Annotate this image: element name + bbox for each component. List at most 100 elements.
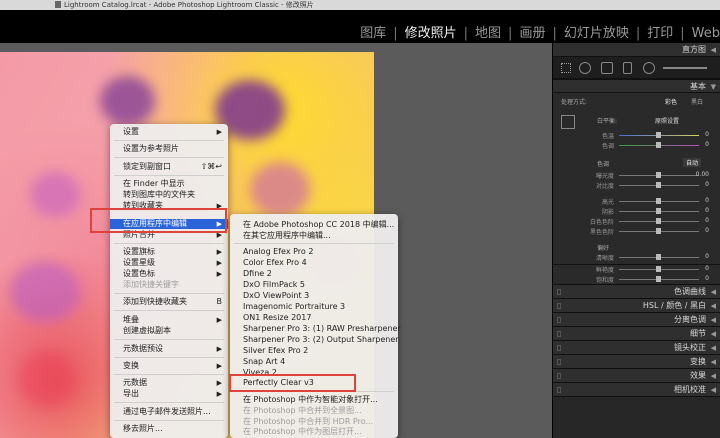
slider-value[interactable]: 0 bbox=[705, 197, 709, 204]
collapse-triangle-icon[interactable]: ◀ bbox=[711, 285, 716, 299]
menu-item-add-quick-collection[interactable]: 添加到快捷收藏夹 B bbox=[110, 297, 228, 307]
menu-item-transform[interactable]: 变换 ▶ bbox=[110, 361, 228, 371]
section-effects[interactable]: 效果 ◀ bbox=[553, 369, 720, 383]
section-calibration[interactable]: 相机校准 ◀ bbox=[553, 383, 720, 397]
menu-item-go-to-folder[interactable]: 转到图库中的文件夹 bbox=[110, 190, 228, 200]
section-detail[interactable]: 细节 ◀ bbox=[553, 327, 720, 341]
graduated-filter-icon[interactable] bbox=[643, 62, 655, 74]
module-tab-slideshow[interactable]: 幻灯片放映 bbox=[564, 22, 629, 41]
collapse-triangle-icon[interactable]: ◀ bbox=[711, 327, 716, 341]
basic-header[interactable]: 基本 ▼ bbox=[553, 79, 720, 93]
slider-row[interactable]: 阴影 0 bbox=[553, 207, 719, 216]
slider-knob[interactable] bbox=[656, 208, 661, 214]
slider-row[interactable]: 高光 0 bbox=[553, 197, 719, 206]
slider-row[interactable]: 鲜艳度 0 bbox=[553, 265, 719, 274]
collapse-triangle-icon[interactable]: ◀ bbox=[711, 383, 716, 397]
section-tone-curve[interactable]: 色调曲线 ◀ bbox=[553, 285, 720, 299]
section-lens-corrections[interactable]: 镜头校正 ◀ bbox=[553, 341, 720, 355]
section-split-toning[interactable]: 分离色调 ◀ bbox=[553, 313, 720, 327]
submenu-item[interactable]: 在 Adobe Photoshop CC 2018 中编辑... bbox=[230, 220, 398, 230]
submenu-item[interactable]: ON1 Resize 2017 bbox=[230, 313, 398, 323]
panel-switch-icon[interactable] bbox=[557, 373, 561, 379]
menu-item-remove-photo[interactable]: 移去照片... bbox=[110, 424, 228, 434]
submenu-item[interactable]: Silver Efex Pro 2 bbox=[230, 346, 398, 356]
wb-dropdown[interactable]: 原照设置 bbox=[655, 116, 679, 125]
menu-item-export[interactable]: 导出 ▶ bbox=[110, 389, 228, 399]
module-tab-book[interactable]: 画册 bbox=[519, 22, 545, 41]
menu-item-metadata-presets[interactable]: 元数据预设 ▶ bbox=[110, 344, 228, 354]
submenu-item[interactable]: Imagenomic Portraiture 3 bbox=[230, 302, 398, 312]
slider-row[interactable]: 黑色色阶 0 bbox=[553, 227, 719, 236]
slider-value[interactable]: 0 bbox=[705, 207, 709, 214]
collapse-triangle-icon[interactable]: ◀ bbox=[711, 299, 716, 313]
slider-value[interactable]: 0 bbox=[705, 227, 709, 234]
slider-value[interactable]: 0 bbox=[705, 265, 709, 272]
panel-switch-icon[interactable] bbox=[557, 289, 561, 295]
slider-row[interactable]: 白色色阶 0 bbox=[553, 217, 719, 226]
menu-item-settings[interactable]: 设置 ▶ bbox=[110, 127, 228, 137]
module-tab-web[interactable]: Web bbox=[692, 26, 720, 41]
slider-row[interactable]: 曝光度 0.00 bbox=[553, 171, 719, 180]
slider-knob[interactable] bbox=[656, 172, 661, 178]
slider-value[interactable]: 0 bbox=[705, 131, 709, 138]
module-tab-develop[interactable]: 修改照片 bbox=[405, 22, 457, 41]
slider-row[interactable]: 对比度 0 bbox=[553, 181, 719, 190]
slider-row[interactable]: 色调 0 bbox=[553, 141, 719, 150]
menu-item-metadata[interactable]: 元数据 ▶ bbox=[110, 378, 228, 388]
submenu-item[interactable]: DxO FilmPack 5 bbox=[230, 280, 398, 290]
histogram-header[interactable]: 直方图 ◀ bbox=[553, 43, 720, 57]
menu-item-email-photo[interactable]: 通过电子邮件发送照片... bbox=[110, 407, 228, 417]
slider-knob[interactable] bbox=[656, 218, 661, 224]
eyedropper-icon[interactable] bbox=[561, 115, 575, 129]
panel-switch-icon[interactable] bbox=[557, 345, 561, 351]
submenu-item[interactable]: Sharpener Pro 3: (2) Output Sharpener bbox=[230, 335, 399, 345]
red-eye-icon[interactable] bbox=[623, 62, 632, 74]
submenu-item[interactable]: Sharpener Pro 3: (1) RAW Presharpener bbox=[230, 324, 401, 334]
slider-knob[interactable] bbox=[656, 142, 661, 148]
treatment-bw[interactable]: 黑白 bbox=[691, 97, 703, 106]
module-tab-print[interactable]: 打印 bbox=[647, 22, 673, 41]
slider-knob[interactable] bbox=[656, 266, 661, 272]
menu-item-lock-secondary[interactable]: 锁定到副窗口 ⇧⌘↩ bbox=[110, 162, 228, 172]
panel-switch-icon[interactable] bbox=[557, 387, 561, 393]
slider-row[interactable]: 饱和度 0 bbox=[553, 275, 719, 284]
collapse-triangle-icon[interactable]: ◀ bbox=[711, 313, 716, 327]
slider-value[interactable]: 0 bbox=[705, 217, 709, 224]
crop-tool-icon[interactable] bbox=[579, 62, 591, 74]
panel-switch-icon[interactable] bbox=[557, 359, 561, 365]
menu-item-show-in-finder[interactable]: 在 Finder 中显示 bbox=[110, 179, 228, 189]
panel-switch-icon[interactable] bbox=[557, 303, 561, 309]
section-transform[interactable]: 变换 ◀ bbox=[553, 355, 720, 369]
slider-knob[interactable] bbox=[656, 198, 661, 204]
submenu-item[interactable]: DxO ViewPoint 3 bbox=[230, 291, 398, 301]
submenu-item[interactable]: Analog Efex Pro 2 bbox=[230, 247, 398, 257]
submenu-item[interactable]: Dfine 2 bbox=[230, 269, 398, 279]
collapse-triangle-icon[interactable]: ◀ bbox=[711, 43, 716, 57]
slider-knob[interactable] bbox=[656, 132, 661, 138]
slider-knob[interactable] bbox=[656, 228, 661, 234]
treatment-color[interactable]: 彩色 bbox=[665, 97, 677, 106]
brush-tool-icon[interactable] bbox=[663, 67, 707, 69]
menu-item-set-rating[interactable]: 设置星级 ▶ bbox=[110, 258, 228, 268]
menu-item-set-reference[interactable]: 设置为参考照片 bbox=[110, 144, 228, 154]
menu-item-stacking[interactable]: 堆叠 ▶ bbox=[110, 315, 228, 325]
submenu-item[interactable]: 在 Photoshop 中作为智能对象打开... bbox=[230, 395, 398, 405]
module-tab-library[interactable]: 图库 bbox=[360, 22, 386, 41]
slider-knob[interactable] bbox=[656, 276, 661, 282]
grid-overlay-icon[interactable] bbox=[561, 63, 571, 73]
submenu-item[interactable]: 在其它应用程序中编辑... bbox=[230, 231, 398, 241]
spot-removal-icon[interactable] bbox=[601, 62, 613, 74]
slider-value[interactable]: 0 bbox=[705, 275, 709, 282]
menu-item-create-virtual-copy[interactable]: 创建虚拟副本 bbox=[110, 326, 228, 336]
slider-value[interactable]: 0 bbox=[705, 141, 709, 148]
submenu-item[interactable]: Snap Art 4 bbox=[230, 357, 398, 367]
panel-switch-icon[interactable] bbox=[557, 317, 561, 323]
slider-row[interactable]: 清晰度 0 bbox=[553, 253, 719, 262]
module-tab-map[interactable]: 地图 bbox=[475, 22, 501, 41]
collapse-triangle-icon[interactable]: ◀ bbox=[711, 355, 716, 369]
menu-item-set-flag[interactable]: 设置旗标 ▶ bbox=[110, 247, 228, 257]
tone-auto-button[interactable]: 自动 bbox=[683, 158, 702, 167]
slider-value[interactable]: 0.00 bbox=[696, 171, 709, 178]
slider-value[interactable]: 0 bbox=[705, 253, 709, 260]
submenu-item[interactable]: Color Efex Pro 4 bbox=[230, 258, 398, 268]
